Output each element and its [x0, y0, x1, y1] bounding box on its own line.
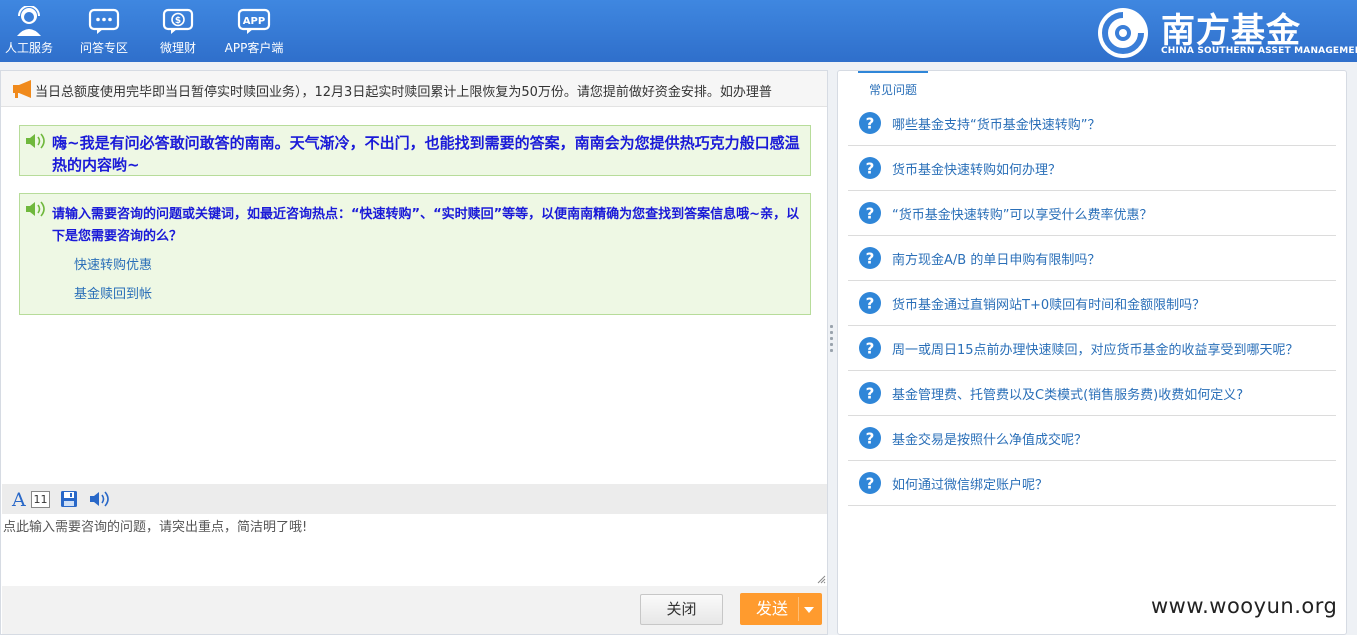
logo-chinese-name: 南方基金	[1161, 11, 1301, 51]
send-label: 发送	[756, 599, 789, 618]
faq-question-text: 南方现金A/B 的单日申购有限制吗？	[892, 253, 1101, 268]
bot-prompt-message: 请输入需要咨询的问题或关键词，如最近咨询热点：“快速转购”、“实时赎回”等等，以…	[19, 193, 811, 315]
faq-question-text: 基金交易是按照什么净值成交呢？	[892, 433, 1088, 448]
app-bubble-icon: APP	[237, 8, 271, 34]
svg-text:?: ?	[866, 295, 875, 313]
watermark: www.wooyun.org	[1151, 594, 1338, 618]
panel-splitter[interactable]	[828, 322, 834, 352]
faq-item[interactable]: ? 哪些基金支持“货币基金快速转购”？	[848, 101, 1336, 146]
question-mark-icon: ?	[859, 382, 881, 404]
faq-question-text: 基金管理费、托管费以及C类模式(销售服务费)收费如何定义?	[892, 388, 1244, 403]
faq-question-text: 货币基金通过直销网站T+0赎回有时间和金额限制吗？	[892, 298, 1206, 313]
logo-english-name: CHINA SOUTHERN ASSET MANAGEMENT	[1161, 46, 1357, 56]
svg-text:?: ?	[866, 430, 875, 448]
save-icon[interactable]	[60, 490, 78, 508]
bot-greeting-message: 嗨~我是有问必答敢问敢答的南南。天气渐冷，不出门，也能找到需要的答案，南南会为您…	[19, 125, 811, 176]
send-divider	[798, 597, 799, 621]
nav-app-client[interactable]: APP APP客户端	[222, 6, 286, 58]
question-mark-icon: ?	[859, 247, 881, 269]
question-input[interactable]	[2, 514, 827, 586]
faq-item[interactable]: ? 基金管理费、托管费以及C类模式(销售服务费)收费如何定义?	[848, 371, 1336, 416]
nav-label: APP客户端	[224, 41, 284, 55]
sound-icon[interactable]	[88, 490, 110, 508]
question-mark-icon: ?	[859, 112, 881, 134]
faq-item[interactable]: ? 基金交易是按照什么净值成交呢？	[848, 416, 1336, 461]
font-icon[interactable]: A	[12, 489, 26, 511]
svg-text:?: ?	[866, 475, 875, 493]
svg-text:?: ?	[866, 205, 875, 223]
chat-footer: 关闭 发送	[2, 586, 827, 634]
chevron-down-icon[interactable]	[804, 607, 814, 613]
question-mark-icon: ?	[859, 427, 881, 449]
faq-item[interactable]: ? 如何通过微信绑定账户呢？	[848, 461, 1336, 506]
greeting-text: 嗨~我是有问必答敢问敢答的南南。天气渐冷，不出门，也能找到需要的答案，南南会为您…	[52, 134, 800, 174]
svg-text:?: ?	[866, 115, 875, 133]
svg-text:?: ?	[866, 250, 875, 268]
megaphone-icon	[13, 80, 31, 98]
speaker-icon[interactable]	[24, 132, 46, 150]
faq-item[interactable]: ? 货币基金通过直销网站T+0赎回有时间和金额限制吗？	[848, 281, 1336, 326]
svg-text:?: ?	[866, 340, 875, 358]
faq-question-text: 哪些基金支持“货币基金快速转购”？	[892, 118, 1101, 133]
font-size-select[interactable]: 11	[31, 491, 50, 508]
svg-text:?: ?	[866, 385, 875, 403]
money-bubble-icon: $	[162, 8, 194, 34]
close-button[interactable]: 关闭	[640, 594, 723, 625]
faq-item[interactable]: ? 周一或周日15点前办理快速赎回，对应货币基金的收益享受到哪天呢？	[848, 326, 1336, 371]
chat-bubble-icon	[88, 8, 120, 34]
question-mark-icon: ?	[859, 157, 881, 179]
nav-label: 人工服务	[4, 41, 53, 55]
svg-text:$: $	[175, 16, 181, 26]
nav-micro-finance[interactable]: $ 微理财	[158, 6, 198, 58]
nav-qa-zone[interactable]: 问答专区	[78, 6, 130, 58]
question-mark-icon: ?	[859, 292, 881, 314]
chat-panel: 当日总额度使用完毕即当日暂停实时赎回业务），12月3日起实时赎回累计上限恢复为5…	[0, 70, 828, 635]
faq-item[interactable]: ? 货币基金快速转购如何办理？	[848, 146, 1336, 191]
question-mark-icon: ?	[859, 337, 881, 359]
faq-question-text: 如何通过微信绑定账户呢？	[892, 478, 1049, 493]
speaker-icon[interactable]	[24, 200, 46, 218]
faq-question-text: 周一或周日15点前办理快速赎回，对应货币基金的收益享受到哪天呢？	[892, 343, 1299, 358]
nav-label: 问答专区	[79, 41, 128, 55]
svg-text:?: ?	[866, 160, 875, 178]
nav-human-service[interactable]: 人工服务	[4, 6, 54, 58]
notice-bar: 当日总额度使用完毕即当日暂停实时赎回业务），12月3日起实时赎回累计上限恢复为5…	[1, 71, 827, 107]
top-header: 人工服务 问答专区 $ 微理财 APP APP客户端 南方基金 CHINA SO…	[0, 0, 1357, 62]
faq-question-text: 货币基金快速转购如何办理？	[892, 163, 1062, 178]
input-toolbar: A 11	[2, 484, 827, 514]
faq-panel: 常见问题 ? 哪些基金支持“货币基金快速转购”？? 货币基金快速转购如何办理？? “货…	[837, 70, 1347, 635]
notice-text: 当日总额度使用完毕即当日暂停实时赎回业务），12月3日起实时赎回累计上限恢复为5…	[35, 85, 772, 100]
send-button[interactable]: 发送	[740, 593, 822, 625]
question-mark-icon: ?	[859, 472, 881, 494]
faq-question-text: “货币基金快速转购”可以享受什么费率优惠？	[892, 208, 1153, 223]
logo-swirl-icon	[1098, 8, 1148, 58]
question-mark-icon: ?	[859, 202, 881, 224]
suggestion-link[interactable]: 快速转购优惠	[74, 254, 152, 273]
nav-label: 微理财	[159, 41, 196, 55]
faq-item[interactable]: ? “货币基金快速转购”可以享受什么费率优惠？	[848, 191, 1336, 236]
brand-logo: 南方基金 CHINA SOUTHERN ASSET MANAGEMENT	[1087, 3, 1357, 59]
customer-service-icon	[17, 6, 41, 36]
tab-common-questions[interactable]: 常见问题	[858, 71, 928, 99]
resize-grip-icon[interactable]	[817, 575, 826, 584]
faq-item[interactable]: ? 南方现金A/B 的单日申购有限制吗？	[848, 236, 1336, 281]
suggestion-link[interactable]: 基金赎回到帐	[74, 283, 152, 302]
prompt-text: 请输入需要咨询的问题或关键词，如最近咨询热点：“快速转购”、“实时赎回”等等，以…	[52, 207, 800, 244]
app-icon-text: APP	[243, 16, 265, 27]
